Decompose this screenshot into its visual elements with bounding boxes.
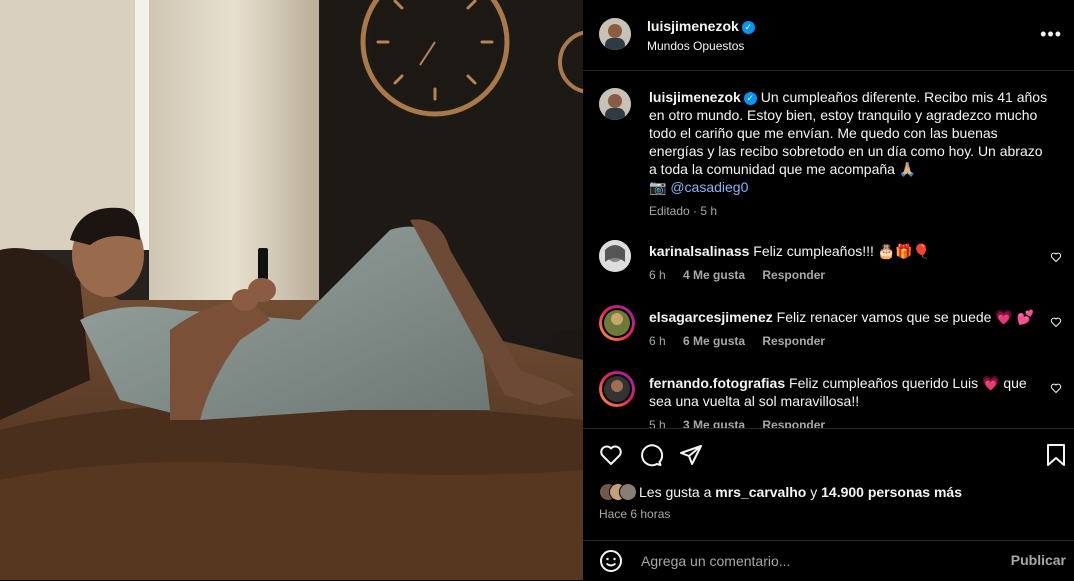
post-time: Hace 6 horas (599, 507, 671, 521)
post-header: luisjimenezok ✓ Mundos Opuestos ••• (583, 0, 1074, 71)
like-heart-icon[interactable] (599, 443, 623, 467)
post-viewer: luisjimenezok ✓ Mundos Opuestos ••• luisj… (0, 0, 1074, 581)
comment-meta: 6 h 6 Me gusta Responder (649, 334, 839, 348)
comment-input[interactable] (639, 550, 983, 572)
comment-reply-button[interactable]: Responder (762, 268, 825, 282)
comment-reply-button[interactable]: Responder (762, 334, 825, 348)
likes-conjunction: y (810, 484, 818, 500)
likes-summary[interactable]: Les gusta a mrs_carvalho y 14.900 person… (639, 484, 962, 500)
comment-username[interactable]: fernando.fotografias (649, 375, 785, 391)
caption-meta: Editado · 5 h (649, 204, 718, 218)
comment-like-heart-icon[interactable] (1050, 251, 1062, 263)
comment-text-row: fernando.fotografias Feliz cumpleaños qu… (649, 374, 1039, 410)
comment-bubble-icon[interactable] (639, 443, 663, 467)
bookmark-icon[interactable] (1046, 443, 1066, 467)
liker-username[interactable]: mrs_carvalho (715, 484, 806, 500)
comment-text: Feliz renacer vamos que se puede 💗 💕 (776, 309, 1035, 325)
comment-composer: Publicar (583, 540, 1074, 581)
caption-author-avatar[interactable] (599, 88, 631, 120)
comment-like-heart-icon[interactable] (1050, 382, 1062, 394)
comment-time: 6 h (649, 334, 666, 348)
verified-badge-icon: ✓ (741, 21, 755, 34)
caption-credit-link[interactable]: @casadieg0 (670, 179, 748, 195)
post-image (0, 0, 583, 580)
comment-text-row: karinalsalinass Feliz cumpleaños!!! 🎂🎁🎈 (649, 242, 1039, 260)
verified-badge-icon: ✓ (743, 92, 757, 105)
post-photo[interactable] (0, 0, 583, 580)
post-caption: luisjimenezok ✓ Un cumpleaños diferente. … (649, 88, 1049, 220)
emoji-icon[interactable] (599, 549, 623, 573)
comment-avatar[interactable] (599, 240, 631, 272)
comment-like-heart-icon[interactable] (1050, 316, 1062, 328)
comment-text: Feliz cumpleaños!!! 🎂🎁🎈 (753, 243, 931, 259)
author-avatar[interactable] (599, 18, 631, 50)
comment-username[interactable]: elsagarcesjimenez (649, 309, 773, 325)
likes-prefix: Les gusta a (639, 484, 712, 500)
likes-count[interactable]: 14.900 personas más (821, 484, 962, 500)
publish-button[interactable]: Publicar (1011, 552, 1066, 568)
caption-author[interactable]: luisjimenezok (649, 89, 741, 105)
action-bar: Les gusta a mrs_carvalho y 14.900 person… (583, 428, 1074, 549)
comment-username[interactable]: karinalsalinass (649, 243, 749, 259)
camera-icon: 📷 (649, 179, 667, 195)
comment-likes[interactable]: 6 Me gusta (683, 334, 745, 348)
author-username-text[interactable]: luisjimenezok (647, 18, 739, 34)
comment-avatar[interactable] (599, 305, 635, 341)
comment-avatar[interactable] (599, 371, 635, 407)
more-options-icon[interactable]: ••• (1040, 25, 1062, 43)
liker-avatar (619, 483, 637, 501)
comment-time: 6 h (649, 268, 666, 282)
comment-text-row: elsagarcesjimenez Feliz renacer vamos qu… (649, 308, 1039, 326)
share-send-icon[interactable] (679, 443, 703, 467)
comment-likes[interactable]: 4 Me gusta (683, 268, 745, 282)
post-sidebar: luisjimenezok ✓ Mundos Opuestos ••• luisj… (583, 0, 1074, 581)
post-location[interactable]: Mundos Opuestos (647, 39, 744, 53)
liker-avatars (599, 483, 637, 501)
author-username[interactable]: luisjimenezok ✓ (647, 18, 755, 34)
comment-meta: 6 h 4 Me gusta Responder (649, 268, 839, 282)
